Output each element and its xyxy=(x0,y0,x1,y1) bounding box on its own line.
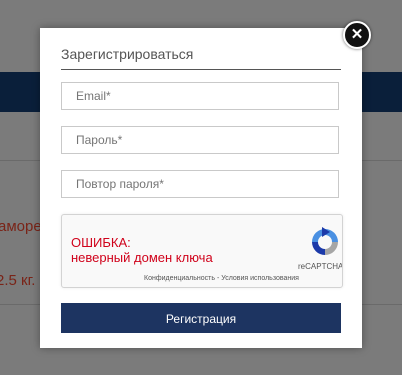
password-field[interactable] xyxy=(61,126,339,154)
recaptcha-widget: ОШИБКА: неверный домен ключа reCAPTCHA К… xyxy=(61,214,343,288)
background-text: аморе xyxy=(0,218,42,235)
modal-title: Зарегистрироваться xyxy=(61,46,194,62)
register-modal: Зарегистрироваться ОШИБКА: неверный доме… xyxy=(40,28,362,348)
recaptcha-error-title: ОШИБКА: xyxy=(71,235,131,250)
recaptcha-brand: reCAPTCHA xyxy=(298,262,343,271)
register-button[interactable]: Регистрация xyxy=(61,303,341,333)
title-divider xyxy=(61,69,341,70)
recaptcha-terms-link[interactable]: Условия использования xyxy=(221,275,299,282)
recaptcha-error: ОШИБКА: неверный домен ключа xyxy=(71,235,213,265)
recaptcha-logo-icon xyxy=(312,227,338,255)
email-field[interactable] xyxy=(61,82,339,110)
recaptcha-links: Конфиденциальность - Условия использован… xyxy=(144,275,299,282)
close-icon[interactable]: ✕ xyxy=(343,21,371,49)
recaptcha-privacy-link[interactable]: Конфиденциальность xyxy=(144,275,215,282)
background-text: 2.5 кг. xyxy=(0,272,36,289)
recaptcha-error-message: неверный домен ключа xyxy=(71,250,213,265)
password-repeat-field[interactable] xyxy=(61,170,339,198)
